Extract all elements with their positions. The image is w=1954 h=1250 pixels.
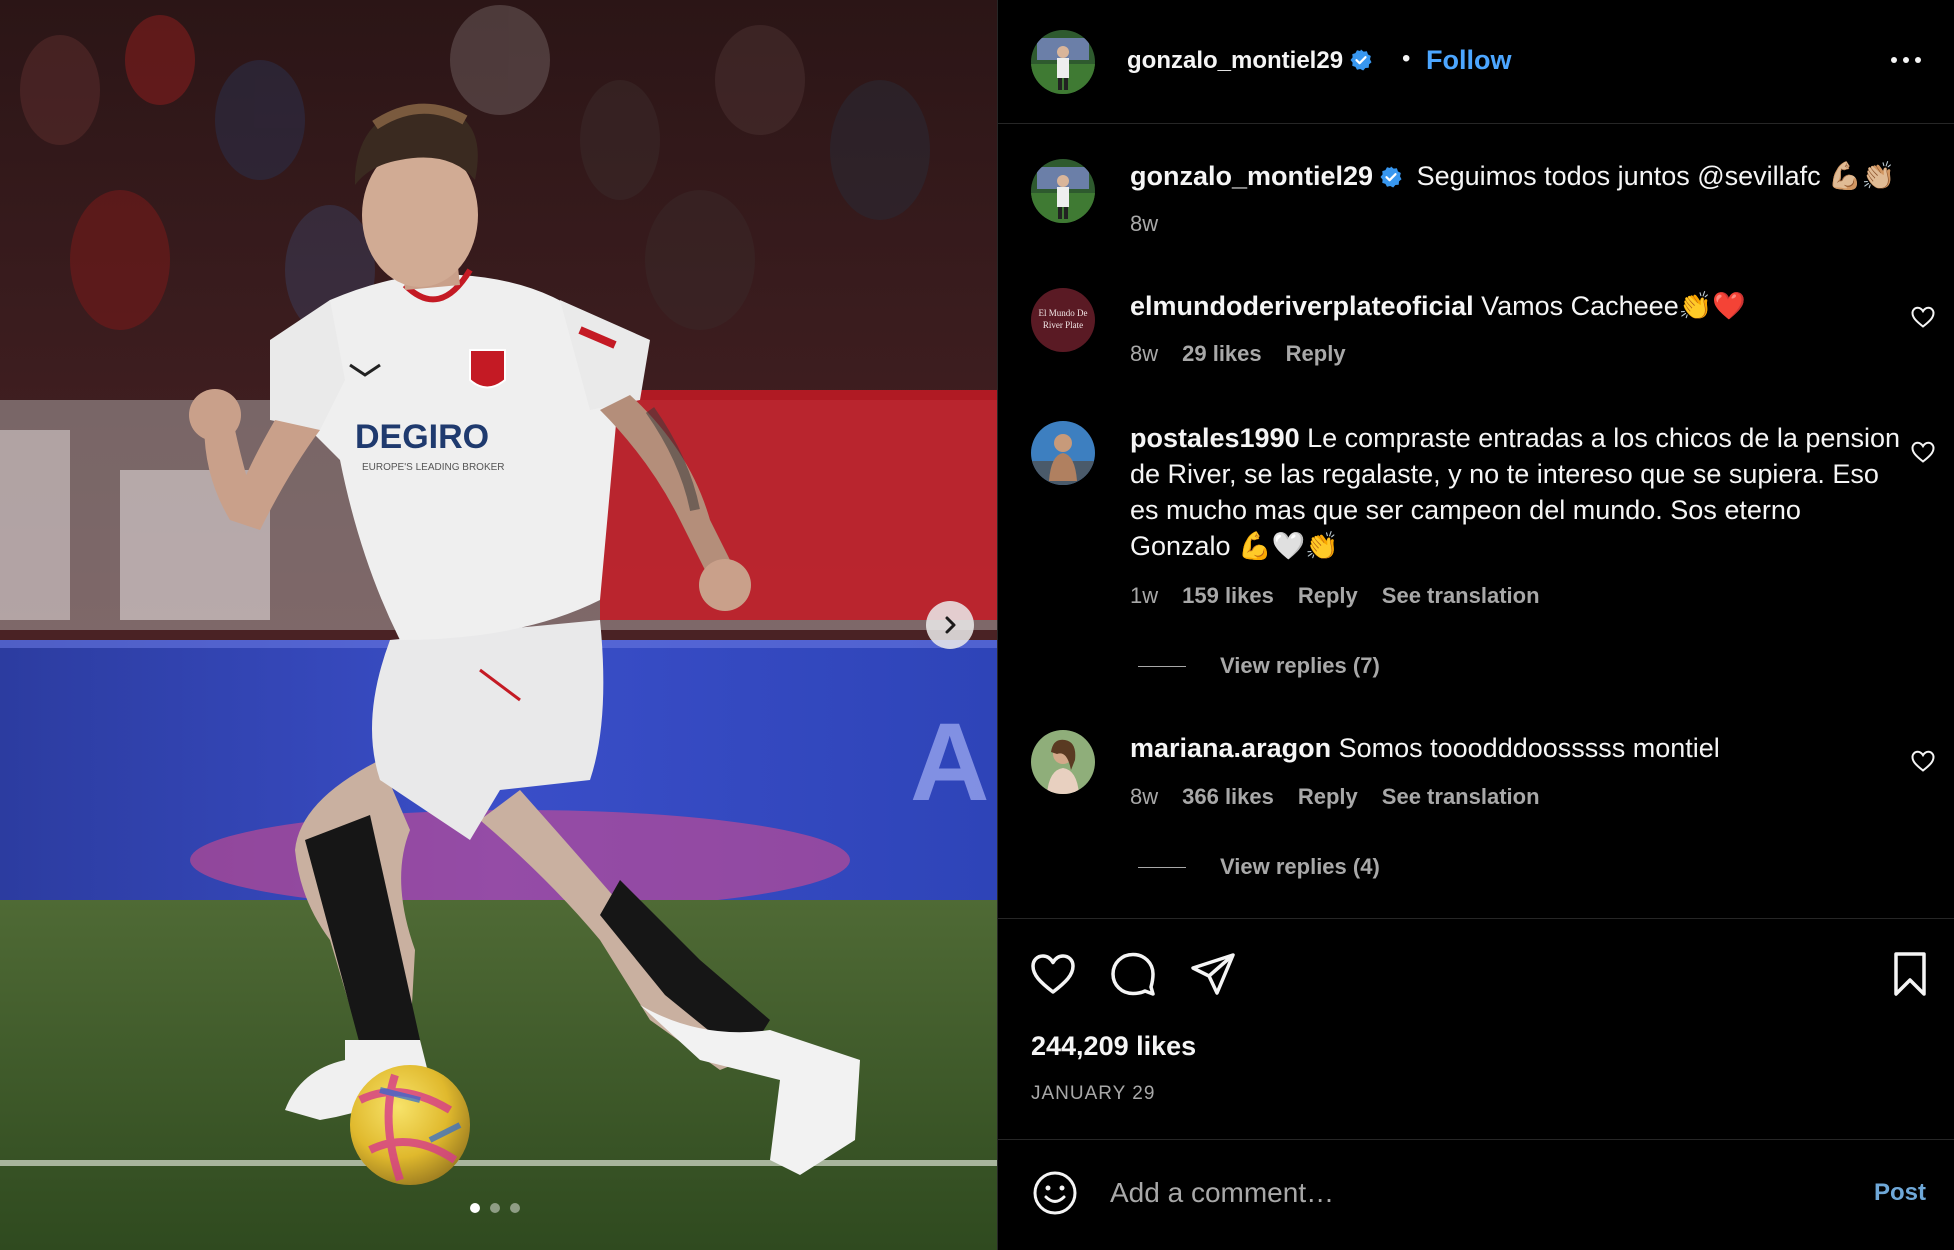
shirt-sponsor-text: DEGIRO bbox=[355, 418, 489, 456]
reply-button[interactable]: Reply bbox=[1286, 341, 1346, 367]
svg-text:A: A bbox=[910, 701, 989, 824]
carousel-dot-active bbox=[470, 1203, 480, 1213]
likes-count[interactable]: 244,209 likes bbox=[1031, 1031, 1196, 1062]
comment-body: postales1990 Le compraste entradas a los… bbox=[1130, 420, 1900, 564]
avatar-text: El Mundo De bbox=[1039, 308, 1088, 318]
view-replies-label[interactable]: View replies (7) bbox=[1220, 653, 1380, 679]
carousel-dot bbox=[490, 1203, 500, 1213]
comment-body: elmundoderiverplateoficial Vamos Cacheee… bbox=[1130, 288, 1910, 324]
comment-likes[interactable]: 366 likes bbox=[1182, 784, 1274, 810]
author-username-link[interactable]: gonzalo_montiel29 bbox=[1127, 47, 1373, 75]
carousel-dot bbox=[510, 1203, 520, 1213]
caption: gonzalo_montiel29 Seguimos todos juntos … bbox=[1130, 158, 1910, 194]
heart-icon[interactable] bbox=[1028, 949, 1078, 999]
comment-meta: 8w 29 likes Reply bbox=[1130, 341, 1346, 367]
carousel-dots bbox=[470, 1203, 520, 1213]
carousel-next-button[interactable] bbox=[926, 601, 974, 649]
comment-username[interactable]: elmundoderiverplateoficial bbox=[1130, 291, 1474, 321]
post-comment-button[interactable]: Post bbox=[1874, 1179, 1926, 1207]
header-separator: • bbox=[1402, 45, 1411, 72]
caption-avatar[interactable] bbox=[1031, 159, 1095, 223]
shirt-tagline-text: EUROPE'S LEADING BROKER bbox=[362, 462, 505, 473]
more-icon[interactable] bbox=[1888, 50, 1924, 70]
caption-username[interactable]: gonzalo_montiel29 bbox=[1130, 161, 1373, 191]
comment-likes[interactable]: 29 likes bbox=[1182, 341, 1262, 367]
comment-like-heart-icon[interactable] bbox=[1910, 305, 1936, 329]
comment-composer: Post bbox=[998, 1141, 1954, 1250]
comment-username[interactable]: postales1990 bbox=[1130, 423, 1300, 453]
comment-text: Somos tooodddoosssss montiel bbox=[1338, 733, 1720, 763]
comment-body: mariana.aragon Somos tooodddoosssss mont… bbox=[1130, 730, 1910, 766]
post-media[interactable]: A DEGIRO EUROPE'S LEADING BROKER bbox=[0, 0, 997, 1250]
post-actions: 244,209 likes JANUARY 29 bbox=[998, 918, 1954, 1140]
post-photo: A DEGIRO EUROPE'S LEADING BROKER bbox=[0, 0, 997, 1250]
follow-button[interactable]: Follow bbox=[1426, 45, 1511, 76]
see-translation-button[interactable]: See translation bbox=[1382, 583, 1540, 609]
replies-divider bbox=[1138, 665, 1186, 667]
comment-avatar[interactable] bbox=[1031, 730, 1095, 794]
author-username[interactable]: gonzalo_montiel29 bbox=[1127, 47, 1343, 74]
avatar-text: River Plate bbox=[1043, 320, 1083, 330]
replies-divider bbox=[1138, 866, 1186, 868]
see-translation-button[interactable]: See translation bbox=[1382, 784, 1540, 810]
comment-likes[interactable]: 159 likes bbox=[1182, 583, 1274, 609]
comment-username[interactable]: mariana.aragon bbox=[1130, 733, 1331, 763]
author-avatar[interactable] bbox=[1031, 30, 1095, 94]
view-replies-label[interactable]: View replies (4) bbox=[1220, 854, 1380, 880]
comment-like-heart-icon[interactable] bbox=[1910, 440, 1936, 464]
caption-age: 8w bbox=[1130, 211, 1159, 236]
reply-button[interactable]: Reply bbox=[1298, 583, 1358, 609]
caption-meta: 8w bbox=[1130, 211, 1158, 237]
comment-age: 1w bbox=[1130, 583, 1159, 608]
comment-meta: 8w 366 likes Reply See translation bbox=[1130, 784, 1540, 810]
comment-avatar[interactable] bbox=[1031, 421, 1095, 485]
caption-text: Seguimos todos juntos @sevillafc 💪🏼👏🏼 bbox=[1416, 161, 1896, 191]
verified-icon bbox=[1380, 166, 1402, 188]
post-details-panel: gonzalo_montiel29 • Follow gonzalo_monti… bbox=[997, 0, 1954, 1250]
comment-like-heart-icon[interactable] bbox=[1910, 749, 1936, 773]
post-date[interactable]: JANUARY 29 bbox=[1031, 1083, 1155, 1105]
verified-icon bbox=[1350, 49, 1372, 71]
comment-input[interactable] bbox=[1110, 1171, 1810, 1215]
view-replies-button[interactable]: View replies (4) bbox=[1138, 854, 1380, 880]
comment-age: 8w bbox=[1130, 341, 1159, 366]
chevron-right-icon bbox=[945, 616, 956, 634]
bookmark-icon[interactable] bbox=[1885, 949, 1935, 999]
comments-list[interactable]: gonzalo_montiel29 Seguimos todos juntos … bbox=[998, 125, 1954, 918]
post-header: gonzalo_montiel29 • Follow bbox=[998, 0, 1954, 124]
comment-avatar[interactable]: El Mundo De River Plate bbox=[1031, 288, 1095, 352]
comment-age: 8w bbox=[1130, 784, 1159, 809]
reply-button[interactable]: Reply bbox=[1298, 784, 1358, 810]
view-replies-button[interactable]: View replies (7) bbox=[1138, 653, 1380, 679]
comment-text: Vamos Cacheee👏❤️ bbox=[1481, 291, 1746, 321]
share-icon[interactable] bbox=[1188, 949, 1238, 999]
comment-meta: 1w 159 likes Reply See translation bbox=[1130, 583, 1540, 609]
comment-icon[interactable] bbox=[1108, 949, 1158, 999]
emoji-icon[interactable] bbox=[1031, 1169, 1079, 1217]
